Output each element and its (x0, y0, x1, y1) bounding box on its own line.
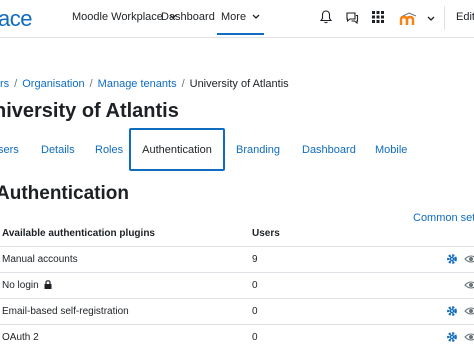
breadcrumb-item[interactable]: rs (0, 78, 9, 90)
chat-icon[interactable] (344, 8, 360, 26)
section-title: Authentication (0, 183, 129, 204)
edit-mode-label[interactable]: Edit (456, 11, 474, 23)
tab-details[interactable]: Details (41, 144, 75, 156)
tab-dashboard[interactable]: Dashboard (302, 144, 356, 156)
column-header-plugins: Available authentication plugins (2, 228, 155, 239)
breadcrumb-separator: / (14, 78, 18, 90)
plugin-name: OAuth 2 (2, 332, 39, 343)
gear-icon[interactable] (446, 305, 458, 317)
apps-grid-icon[interactable] (370, 8, 386, 26)
tab-authentication[interactable]: Authentication (129, 128, 225, 171)
table-row: Manual accounts 9 (0, 246, 474, 272)
breadcrumb-separator: / (181, 78, 185, 90)
tenant-tabs: sers Details Roles Authentication Brandi… (0, 128, 474, 172)
plugin-users-count: 9 (252, 254, 258, 265)
breadcrumb-organisation[interactable]: Organisation (22, 78, 84, 90)
gear-icon[interactable] (446, 253, 458, 265)
navbar-divider (444, 6, 445, 30)
plugin-users-count: 0 (252, 280, 258, 291)
table-row: No login 0 (0, 272, 474, 298)
tab-roles[interactable]: Roles (95, 144, 123, 156)
eye-icon[interactable] (464, 280, 474, 290)
plugin-name: Manual accounts (2, 254, 78, 265)
table-row: OAuth 2 0 (0, 324, 474, 350)
lock-icon (44, 280, 52, 289)
common-settings-link[interactable]: Common setti (413, 212, 474, 224)
eye-icon[interactable] (464, 332, 474, 342)
tab-mobile[interactable]: Mobile (375, 144, 407, 156)
eye-icon[interactable] (464, 254, 474, 264)
tab-branding[interactable]: Branding (236, 144, 280, 156)
gear-icon[interactable] (446, 331, 458, 343)
tab-authentication-label: Authentication (142, 144, 212, 156)
nav-more[interactable]: More (217, 11, 265, 35)
breadcrumb: rs / Organisation / Manage tenants / Universit… (0, 78, 289, 90)
breadcrumb-separator: / (89, 78, 93, 90)
nav-more-label: More (221, 11, 247, 23)
plugin-users-count: 0 (252, 332, 258, 343)
eye-icon[interactable] (464, 306, 474, 316)
plugin-name: No login (2, 280, 52, 291)
site-logo[interactable]: ace (0, 6, 32, 32)
plugin-name: Email-based self-registration (2, 306, 129, 317)
column-header-users: Users (252, 228, 280, 239)
bell-icon[interactable] (318, 8, 334, 26)
table-row: Email-based self-registration 0 (0, 298, 474, 324)
plugin-users-count: 0 (252, 306, 258, 317)
chevron-down-icon[interactable] (427, 16, 435, 21)
breadcrumb-current: University of Atlantis (189, 78, 289, 90)
chevron-down-icon (252, 14, 260, 19)
page-title: niversity of Atlantis (0, 100, 179, 122)
top-navbar: ace Moodle Workplace Dashboard More Edit (0, 0, 474, 38)
tab-users[interactable]: sers (0, 144, 19, 156)
nav-moodle-workplace-label: Moodle Workplace (72, 11, 163, 23)
plugin-name-label: No login (2, 280, 39, 291)
breadcrumb-manage-tenants[interactable]: Manage tenants (98, 78, 177, 90)
moodle-user-logo[interactable] (399, 9, 419, 27)
nav-dashboard[interactable]: Dashboard (161, 11, 215, 23)
